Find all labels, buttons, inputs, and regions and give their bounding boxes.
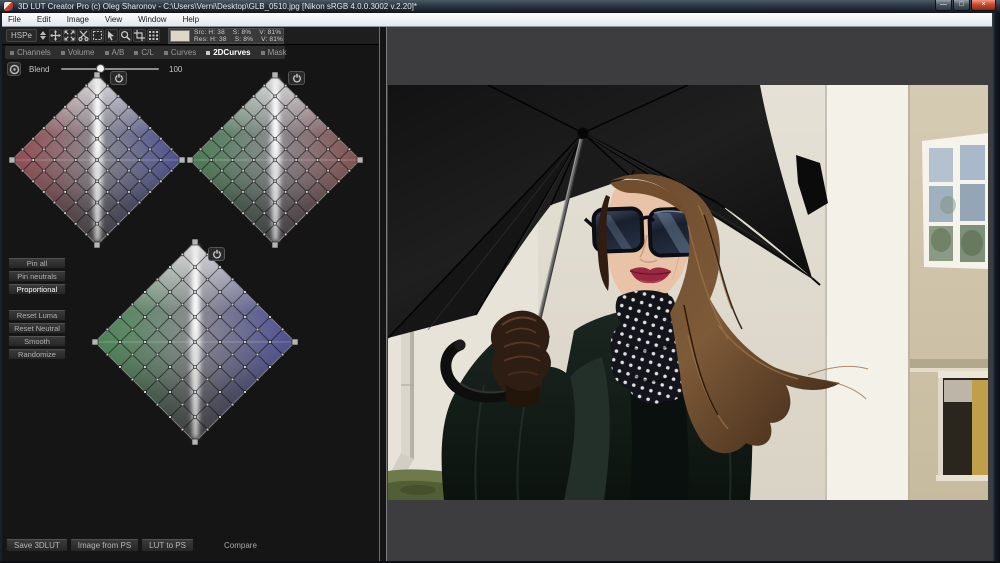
photo-pane <box>387 27 992 561</box>
menu-window[interactable]: Window <box>130 13 174 26</box>
menu-view[interactable]: View <box>97 13 130 26</box>
bottom-bar: Save 3DLUT Image from PS LUT to PS <box>6 539 194 552</box>
menu-image[interactable]: Image <box>59 13 97 26</box>
control-panel: HSPe <box>2 27 379 561</box>
lut-to-ps-button[interactable]: LUT to PS <box>141 539 194 552</box>
reset-neutral-button[interactable]: Reset Neutral <box>8 323 66 334</box>
menubar: File Edit Image View Window Help <box>0 13 1000 27</box>
menu-file[interactable]: File <box>0 13 29 26</box>
smooth-button[interactable]: Smooth <box>8 336 66 347</box>
power-toggle-grid2[interactable] <box>288 71 305 85</box>
side-button-group: Pin all Pin neutrals Proportional Reset … <box>8 258 66 362</box>
proportional-button[interactable]: Proportional <box>8 284 66 295</box>
titlebar: 3D LUT Creator Pro (c) Oleg Sharonov - C… <box>0 0 1000 13</box>
reset-luma-button[interactable]: Reset Luma <box>8 310 66 321</box>
upper-window <box>922 133 988 269</box>
randomize-button[interactable]: Randomize <box>8 349 66 360</box>
menu-edit[interactable]: Edit <box>29 13 59 26</box>
window-controls: — □ × <box>934 0 996 11</box>
close-button[interactable]: × <box>971 0 996 11</box>
curve-grid-green-red <box>187 72 363 248</box>
lower-window <box>936 371 988 481</box>
app-icon <box>4 2 13 11</box>
maximize-button[interactable]: □ <box>953 0 970 11</box>
app-window: 3D LUT Creator Pro (c) Oleg Sharonov - C… <box>0 0 1000 563</box>
window-border-right <box>992 13 1000 561</box>
minimize-button[interactable]: — <box>935 0 952 11</box>
power-toggle-grid1[interactable] <box>110 71 127 85</box>
pin-all-button[interactable]: Pin all <box>8 258 66 269</box>
pin-neutrals-button[interactable]: Pin neutrals <box>8 271 66 282</box>
panel-splitter <box>379 27 387 561</box>
menu-help[interactable]: Help <box>175 13 207 26</box>
power-toggle-grid3[interactable] <box>208 247 225 261</box>
compare-toggle[interactable]: Compare <box>224 541 257 550</box>
curve-grid-green-blue <box>92 239 298 445</box>
save-3dlut-button[interactable]: Save 3DLUT <box>6 539 68 552</box>
photo-preview[interactable] <box>388 85 988 500</box>
curve-grid-red-blue <box>9 72 185 248</box>
image-from-ps-button[interactable]: Image from PS <box>70 539 139 552</box>
window-title: 3D LUT Creator Pro (c) Oleg Sharonov - C… <box>18 2 417 11</box>
